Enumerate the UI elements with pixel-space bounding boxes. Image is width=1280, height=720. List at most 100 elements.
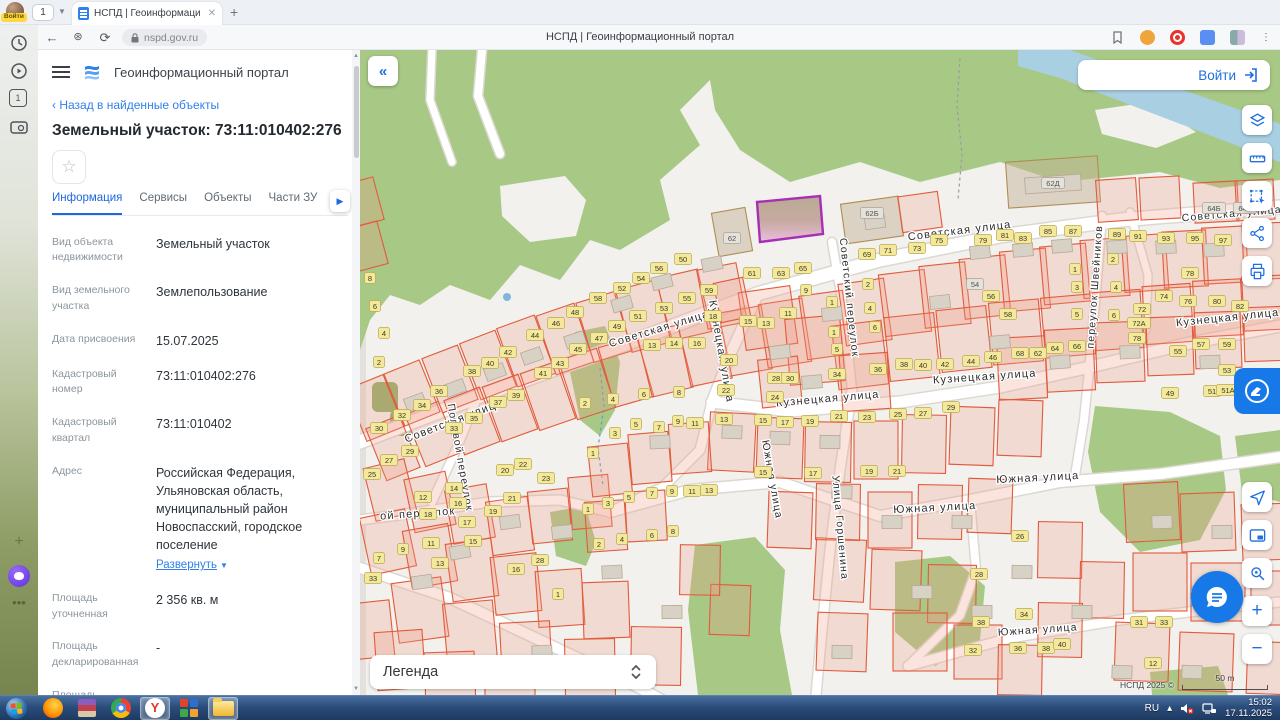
svg-text:39: 39	[512, 391, 520, 400]
field-row: Площадь уточненная2 356 кв. м	[52, 582, 352, 631]
refresh-icon[interactable]: ⟳	[95, 28, 115, 47]
tray-expand-icon[interactable]: ▴	[1167, 703, 1172, 714]
collapse-panel-button[interactable]: «	[368, 56, 398, 86]
screenshot-icon[interactable]	[9, 117, 29, 137]
map-canvas[interactable]: Советская улицаСоветская улицаСоветская …	[360, 50, 1280, 695]
legend-bar[interactable]: Легенда	[370, 655, 656, 689]
field-value: Земельный участок	[156, 235, 270, 267]
explorer-icon[interactable]	[208, 697, 238, 720]
tabs-scroll-button[interactable]: ▶	[330, 190, 350, 212]
taskbar-clock[interactable]: 15:02 17.11.2025	[1225, 697, 1272, 720]
tab-4[interactable]: Части ЗУ	[269, 192, 318, 215]
browser-tab[interactable]: НСПД | Геоинформаци ✕	[72, 2, 222, 25]
field-value: Землепользование	[156, 283, 267, 315]
alice-assistant-icon[interactable]	[8, 565, 30, 587]
favorite-star-button[interactable]: ☆	[52, 150, 86, 184]
network-icon[interactable]	[1202, 702, 1217, 715]
mini-map-button[interactable]	[1242, 520, 1272, 550]
svg-text:66: 66	[1073, 342, 1081, 351]
collections-icon[interactable]	[1200, 30, 1215, 45]
expand-address-link[interactable]: Развернуть▼	[156, 557, 352, 574]
more-dots-icon[interactable]: •••	[9, 595, 29, 615]
panel-scrollbar[interactable]: ▲ ▼	[352, 50, 360, 695]
feedback-tab-button[interactable]	[1234, 368, 1280, 414]
firefox-icon[interactable]	[38, 697, 68, 720]
back-icon[interactable]: ←	[42, 28, 62, 47]
profile-login-badge[interactable]: Войти	[1, 13, 27, 22]
svg-text:11: 11	[691, 419, 699, 428]
svg-text:31: 31	[1135, 618, 1143, 627]
scroll-down-icon[interactable]: ▼	[352, 686, 360, 692]
field-label: Вид земельного участка	[52, 283, 156, 315]
svg-text:15: 15	[759, 468, 767, 477]
winrar-icon[interactable]	[72, 697, 102, 720]
svg-text:18: 18	[709, 312, 717, 321]
add-panel-icon[interactable]: +	[9, 533, 29, 553]
svg-text:41: 41	[539, 369, 547, 378]
clock-time: 15:02	[1225, 697, 1272, 708]
start-button[interactable]	[6, 698, 27, 719]
field-value: 73:11:010402:276	[156, 367, 256, 399]
video-icon[interactable]	[9, 61, 29, 81]
svg-text:20: 20	[725, 356, 733, 365]
bookmark-icon[interactable]	[1110, 30, 1125, 45]
chrome-icon[interactable]	[106, 697, 136, 720]
print-button[interactable]	[1242, 256, 1272, 286]
language-indicator[interactable]: RU	[1145, 703, 1159, 714]
scroll-up-icon[interactable]: ▲	[352, 53, 360, 59]
attribute-list: Вид объекта недвижимостиЗемельный участо…	[52, 226, 352, 695]
office-icon[interactable]	[174, 697, 204, 720]
svg-text:54: 54	[637, 274, 645, 283]
chat-fab[interactable]	[1188, 568, 1246, 626]
layers-button[interactable]	[1242, 105, 1272, 135]
url-chip[interactable]: nspd.gov.ru	[122, 29, 207, 46]
locate-me-button[interactable]	[1242, 482, 1272, 512]
menu-burger-icon[interactable]	[52, 66, 70, 78]
svg-text:49: 49	[613, 322, 621, 331]
volume-muted-icon[interactable]	[1180, 702, 1194, 715]
share-button[interactable]	[1242, 218, 1272, 248]
chevron-down-icon[interactable]: ▼	[58, 7, 66, 16]
yandex-browser-icon[interactable]: Y	[140, 697, 170, 720]
svg-text:72: 72	[1138, 305, 1146, 314]
history-icon[interactable]	[9, 33, 29, 53]
scrollbar-thumb[interactable]	[354, 66, 359, 158]
new-tab-button[interactable]: +	[230, 4, 238, 20]
svg-text:7: 7	[650, 489, 654, 498]
alice-icon[interactable]	[1170, 30, 1185, 45]
svg-text:42: 42	[504, 348, 512, 357]
svg-text:51А: 51А	[1221, 386, 1234, 395]
back-to-results-link[interactable]: ‹ Назад в найденные объекты	[52, 98, 219, 112]
svg-text:34: 34	[418, 401, 426, 410]
ruler-button[interactable]	[1242, 143, 1272, 173]
tab-close-icon[interactable]: ✕	[208, 8, 216, 19]
svg-text:1: 1	[1073, 265, 1077, 274]
yandex-search-icon[interactable]: ⊛	[68, 28, 88, 47]
tab-counter[interactable]: 1	[32, 4, 54, 21]
svg-text:62Д: 62Д	[1046, 179, 1059, 188]
svg-text:16: 16	[693, 339, 701, 348]
tab-1[interactable]: Информация	[52, 192, 122, 215]
tab-2[interactable]: Сервисы	[139, 192, 187, 215]
search-location-button[interactable]	[1242, 558, 1272, 588]
map-login-button[interactable]: Войти	[1078, 60, 1270, 90]
map-area[interactable]: Советская улицаСоветская улицаСоветская …	[360, 50, 1280, 695]
svg-text:64: 64	[1051, 344, 1059, 353]
svg-text:25: 25	[894, 410, 902, 419]
svg-text:36: 36	[1014, 644, 1022, 653]
svg-text:38: 38	[900, 360, 908, 369]
svg-text:83: 83	[1019, 234, 1027, 243]
tab-count-icon[interactable]: 1	[9, 89, 27, 107]
menu-dots-icon[interactable]: ⋮	[1256, 28, 1276, 47]
svg-text:29: 29	[406, 447, 414, 456]
svg-text:35: 35	[470, 414, 478, 423]
svg-text:5: 5	[627, 493, 631, 502]
extension-icon[interactable]	[1140, 30, 1155, 45]
zoom-out-button[interactable]: −	[1242, 634, 1272, 664]
tabs-panel-icon[interactable]	[1230, 30, 1245, 45]
svg-text:78: 78	[1133, 334, 1141, 343]
select-area-button[interactable]	[1242, 181, 1272, 211]
zoom-in-button[interactable]: +	[1242, 596, 1272, 626]
tab-3[interactable]: Объекты	[204, 192, 251, 215]
svg-text:3: 3	[613, 429, 617, 438]
